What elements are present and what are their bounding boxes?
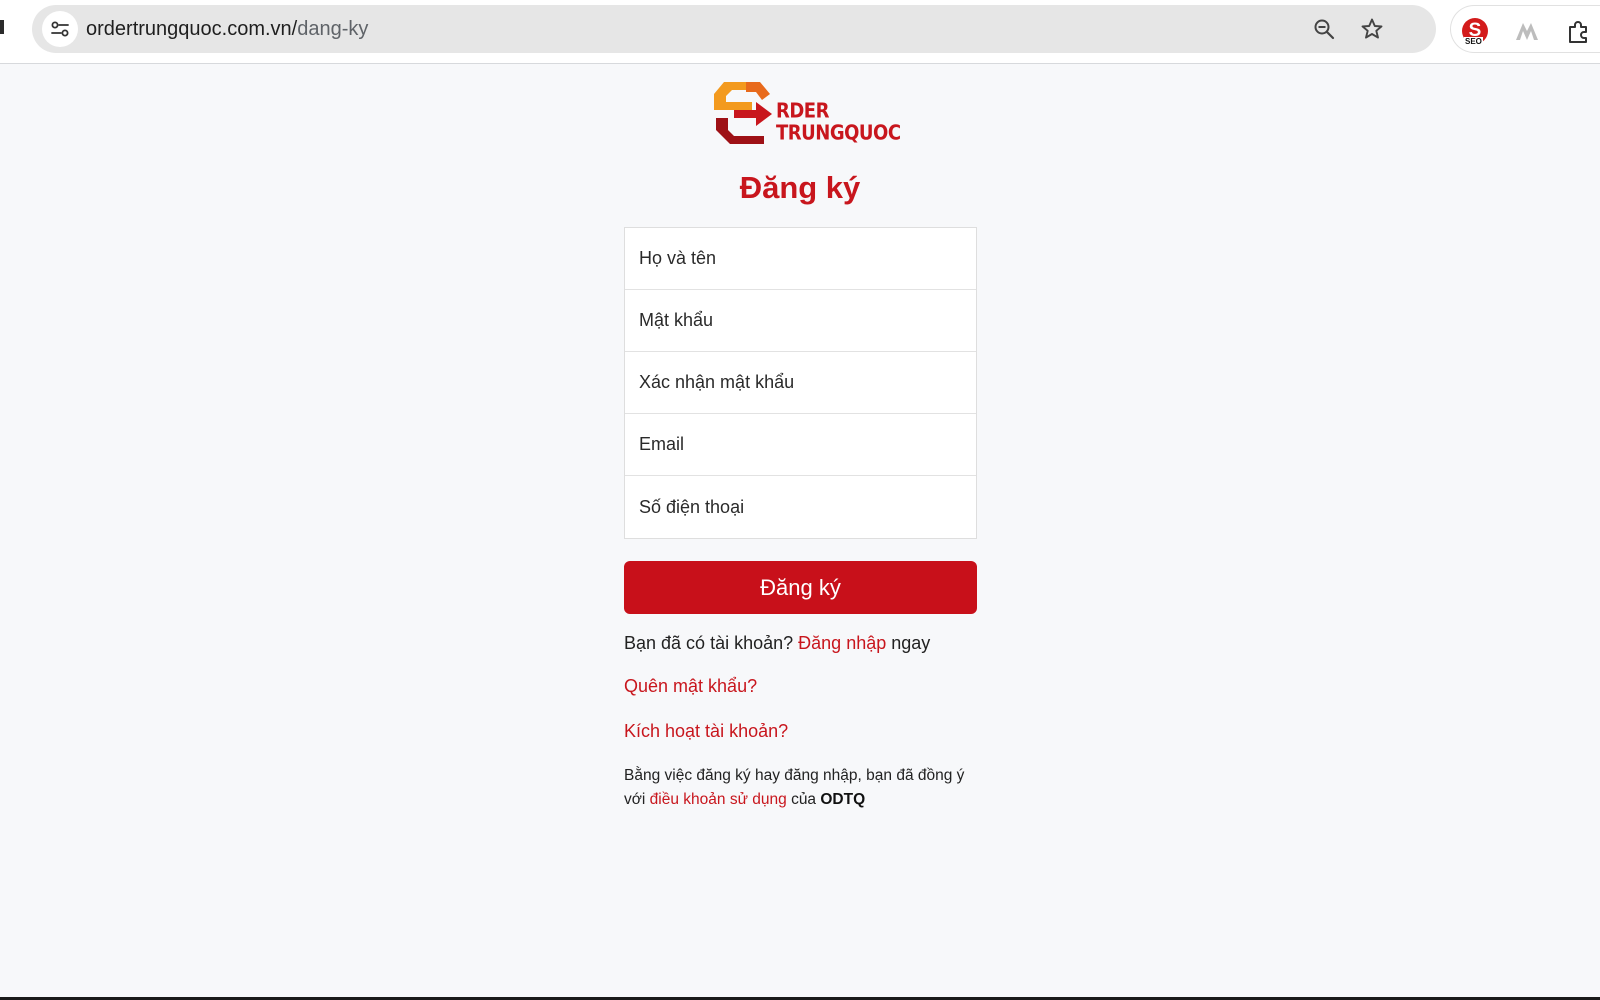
url-text[interactable]: ordertrungquoc.com.vn/dang-ky bbox=[86, 18, 368, 41]
register-button[interactable]: Đăng ký bbox=[624, 561, 977, 614]
confirm-password-field[interactable] bbox=[625, 352, 976, 414]
url-host: ordertrungquoc.com.vn/ bbox=[86, 18, 298, 40]
terms-middle: của bbox=[791, 791, 817, 808]
password-field[interactable] bbox=[625, 290, 976, 352]
terms-notice: Bằng việc đăng ký hay đăng nhập, bạn đã … bbox=[624, 764, 984, 812]
mountain-extension-icon[interactable] bbox=[1513, 17, 1541, 45]
zoom-out-icon[interactable] bbox=[1312, 17, 1336, 41]
activate-account-link[interactable]: Kích hoạt tài khoản? bbox=[624, 721, 788, 742]
full-name-field[interactable] bbox=[625, 228, 976, 290]
logo-mark-icon bbox=[714, 82, 772, 144]
login-prompt: Bạn đã có tài khoản? Đăng nhập ngay bbox=[624, 633, 930, 654]
address-bar[interactable]: ordertrungquoc.com.vn/dang-ky bbox=[32, 5, 1436, 53]
registration-page: RDER TRUNGQUOC Đăng ký Đăng ký Bạn đã có… bbox=[0, 64, 1600, 1000]
seo-extension-icon[interactable]: S SEO bbox=[1461, 17, 1489, 46]
login-prompt-prefix: Bạn đã có tài khoản? bbox=[624, 633, 794, 653]
url-path: dang-ky bbox=[297, 18, 369, 40]
terms-brand: ODTQ bbox=[820, 791, 866, 808]
logo-line-2: TRUNGQUOC bbox=[776, 120, 901, 145]
bookmark-star-icon[interactable] bbox=[1360, 17, 1384, 41]
browser-toolbar: ordertrungquoc.com.vn/dang-ky S SEO bbox=[0, 0, 1600, 64]
site-info-icon[interactable] bbox=[42, 11, 78, 47]
terms-link[interactable]: điều khoản sử dụng bbox=[650, 791, 787, 808]
seo-label: SEO bbox=[1464, 37, 1483, 46]
login-prompt-suffix: ngay bbox=[891, 633, 931, 653]
extensions-area: S SEO bbox=[1450, 5, 1600, 53]
email-field[interactable] bbox=[625, 414, 976, 476]
phone-field[interactable] bbox=[625, 476, 976, 538]
registration-form bbox=[624, 227, 977, 539]
logo-line-1: RDER bbox=[776, 98, 829, 123]
page-title: Đăng ký bbox=[739, 170, 861, 205]
site-logo[interactable]: RDER TRUNGQUOC bbox=[712, 80, 901, 146]
forgot-password-link[interactable]: Quên mật khẩu? bbox=[624, 676, 757, 697]
tab-edge bbox=[0, 20, 4, 34]
extensions-puzzle-icon[interactable] bbox=[1565, 17, 1593, 45]
login-link[interactable]: Đăng nhập bbox=[798, 633, 886, 653]
